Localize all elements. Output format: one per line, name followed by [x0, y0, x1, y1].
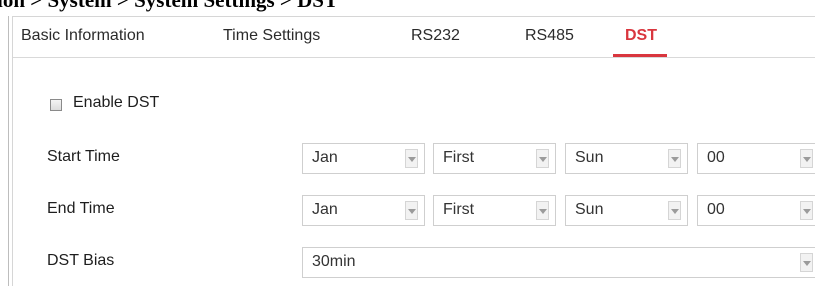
end-day-select[interactable]: Sun	[565, 195, 688, 226]
chevron-down-icon	[536, 149, 549, 168]
start-hour-select[interactable]: 00	[697, 143, 815, 174]
start-day-value: Sun	[575, 149, 604, 166]
end-month-select[interactable]: Jan	[302, 195, 425, 226]
chevron-down-icon	[800, 149, 813, 168]
tab-bar: Basic Information Time Settings RS232 RS…	[13, 17, 815, 58]
dst-bias-select[interactable]: 30min	[302, 247, 815, 278]
chevron-down-icon	[405, 149, 418, 168]
tab-rs232[interactable]: RS232	[411, 17, 460, 57]
end-hour-select[interactable]: 00	[697, 195, 815, 226]
tab-dst[interactable]: DST	[625, 17, 657, 57]
chevron-down-icon	[668, 201, 681, 220]
start-time-label: Start Time	[47, 148, 120, 165]
start-month-select[interactable]: Jan	[302, 143, 425, 174]
enable-dst-row: Enable DST	[13, 91, 815, 121]
tab-rs485[interactable]: RS485	[525, 17, 574, 57]
enable-dst-label: Enable DST	[73, 94, 160, 111]
dst-bias-label: DST Bias	[47, 252, 115, 269]
start-week-select[interactable]: First	[433, 143, 556, 174]
dst-bias-row: DST Bias 30min	[13, 247, 815, 278]
end-week-value: First	[443, 201, 475, 218]
start-day-select[interactable]: Sun	[565, 143, 688, 174]
end-time-label: End Time	[47, 200, 115, 217]
chevron-down-icon	[800, 253, 813, 272]
settings-panel: Basic Information Time Settings RS232 RS…	[12, 16, 815, 286]
end-hour-value: 00	[707, 201, 725, 218]
active-tab-indicator	[613, 54, 667, 57]
end-time-row: End Time Jan First Sun 00	[13, 195, 815, 226]
end-day-value: Sun	[575, 201, 604, 218]
enable-dst-checkbox[interactable]	[50, 99, 62, 111]
chevron-down-icon	[800, 201, 813, 220]
chevron-down-icon	[536, 201, 549, 220]
dst-settings-page: guration > System > System Settings > DS…	[0, 0, 815, 286]
tab-basic-information[interactable]: Basic Information	[21, 17, 145, 57]
breadcrumb: guration > System > System Settings > DS…	[0, 0, 338, 12]
chevron-down-icon	[405, 201, 418, 220]
end-week-select[interactable]: First	[433, 195, 556, 226]
dst-bias-value: 30min	[312, 253, 356, 270]
chevron-down-icon	[668, 149, 681, 168]
start-week-value: First	[443, 149, 475, 166]
start-time-row: Start Time Jan First Sun 00	[13, 143, 815, 174]
end-month-value: Jan	[312, 201, 338, 218]
start-hour-value: 00	[707, 149, 725, 166]
start-month-value: Jan	[312, 149, 338, 166]
tab-time-settings[interactable]: Time Settings	[223, 17, 320, 57]
